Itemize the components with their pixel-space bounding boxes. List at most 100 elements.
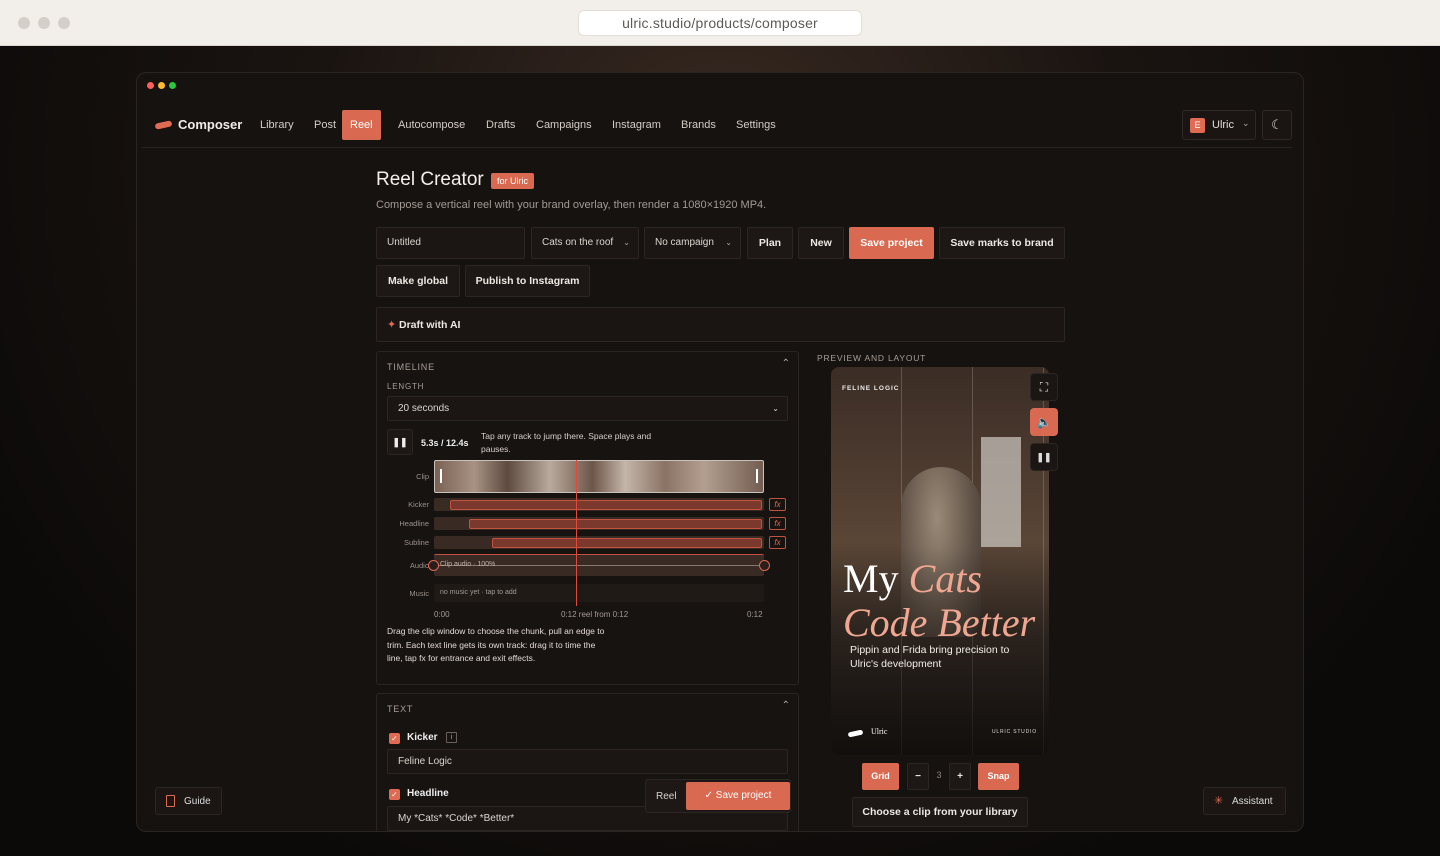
- track-label-kicker: Kicker: [408, 500, 429, 509]
- nav-item-post[interactable]: Post: [306, 110, 344, 140]
- subline-fx-button[interactable]: fx: [769, 536, 786, 549]
- collapse-chevron-icon[interactable]: ⌃: [782, 700, 790, 711]
- kicker-fx-button[interactable]: fx: [769, 498, 786, 511]
- make-global-button[interactable]: Make global: [376, 265, 460, 297]
- browser-minimize-dot[interactable]: [38, 17, 50, 29]
- url-bar[interactable]: ulric.studio/products/composer: [578, 10, 862, 36]
- headline-fx-button[interactable]: fx: [769, 517, 786, 530]
- window-zoom-dot[interactable]: [169, 82, 176, 89]
- nav-item-settings[interactable]: Settings: [728, 110, 784, 140]
- grid-toggle-button[interactable]: Grid: [862, 763, 899, 790]
- assistant-label: Assistant: [1232, 796, 1273, 807]
- save-marks-button[interactable]: Save marks to brand: [939, 227, 1065, 259]
- clip-track[interactable]: [434, 460, 764, 493]
- save-project-button[interactable]: Save project: [849, 227, 934, 259]
- length-select[interactable]: 20 seconds ⌄: [387, 396, 788, 421]
- window-close-dot[interactable]: [147, 82, 154, 89]
- headline-label: Headline: [407, 788, 449, 799]
- choose-clip-button[interactable]: Choose a clip from your library: [852, 797, 1028, 827]
- sound-button[interactable]: 🔈: [1030, 408, 1058, 436]
- browser-close-dot[interactable]: [18, 17, 30, 29]
- nav-item-instagram[interactable]: Instagram: [604, 110, 669, 140]
- length-select-value: 20 seconds: [398, 403, 450, 414]
- project-name-input[interactable]: Untitled: [376, 227, 525, 259]
- moon-icon: ☾: [1271, 117, 1283, 132]
- chevron-down-icon: ⌄: [1242, 118, 1250, 128]
- campaign-select-value: No campaign: [655, 237, 714, 248]
- preview-pause-button[interactable]: ❚❚: [1030, 443, 1058, 471]
- floating-save-bar: Reel ✓ Save project: [645, 779, 791, 813]
- subline-track-clip[interactable]: [492, 538, 762, 548]
- page-subtitle: Compose a vertical reel with your brand …: [376, 199, 767, 211]
- browser-chrome: ulric.studio/products/composer: [0, 0, 1440, 46]
- kicker-checkbox[interactable]: ✓: [389, 733, 400, 744]
- clip-trim-handle-right[interactable]: [756, 469, 758, 483]
- grid-decrease-button[interactable]: −: [907, 763, 929, 790]
- door-shape: [981, 437, 1021, 547]
- headline-checkbox[interactable]: ✓: [389, 789, 400, 800]
- pause-button[interactable]: ❚❚: [387, 429, 413, 455]
- ruler-mid: 0:12 reel from 0:12: [561, 610, 629, 619]
- kicker-label: Kicker: [407, 732, 438, 743]
- timeline-help-text: Drag the clip window to choose the chunk…: [387, 626, 605, 663]
- headline-track[interactable]: [434, 517, 764, 530]
- music-track-label: no music yet · tap to add: [440, 589, 517, 596]
- kicker-track-clip[interactable]: [450, 500, 762, 510]
- track-label-headline: Headline: [399, 519, 429, 528]
- sparkle-icon: ✦: [387, 319, 397, 331]
- new-button[interactable]: New: [798, 227, 844, 259]
- audio-handle-end[interactable]: [759, 560, 770, 571]
- playhead-line[interactable]: [576, 460, 577, 606]
- kicker-input[interactable]: Feline Logic: [387, 749, 788, 774]
- window-minimize-dot[interactable]: [158, 82, 165, 89]
- guide-label: Guide: [184, 796, 211, 807]
- preview-kicker: FELINE LOGIC: [842, 385, 900, 392]
- brand-name[interactable]: Composer: [178, 117, 242, 132]
- nav-item-reel[interactable]: Reel: [342, 110, 381, 140]
- collapse-chevron-icon[interactable]: ⌃: [782, 358, 790, 369]
- grid-increase-button[interactable]: +: [949, 763, 971, 790]
- assistant-button[interactable]: ✳ Assistant: [1203, 787, 1286, 815]
- nav-item-library[interactable]: Library: [252, 110, 302, 140]
- guide-button[interactable]: Guide: [155, 787, 222, 815]
- audio-track[interactable]: Clip audio · 100%: [428, 554, 770, 576]
- subline-track[interactable]: [434, 536, 764, 549]
- book-icon: [166, 795, 175, 807]
- fullscreen-icon: ⛶: [1039, 380, 1049, 394]
- page-title: Reel Creator: [376, 169, 484, 190]
- user-menu-button[interactable]: E Ulric ⌄: [1182, 110, 1256, 140]
- ruler-start: 0:00: [434, 610, 450, 619]
- track-label-music: Music: [409, 589, 429, 598]
- headline-track-clip[interactable]: [469, 519, 762, 529]
- timeline-hint: Tap any track to jump there. Space plays…: [481, 431, 652, 454]
- campaign-select[interactable]: No campaign ⌄: [644, 227, 741, 259]
- info-icon[interactable]: i: [446, 732, 457, 743]
- theme-toggle-button[interactable]: ☾: [1262, 110, 1292, 140]
- clip-trim-handle-left[interactable]: [440, 469, 442, 483]
- reel-preview[interactable]: FELINE LOGIC My Cats Code Better Pippin …: [831, 367, 1049, 755]
- snap-toggle-button[interactable]: Snap: [978, 763, 1019, 790]
- nav-item-campaigns[interactable]: Campaigns: [528, 110, 600, 140]
- grid-count: 3: [936, 770, 942, 780]
- avatar: E: [1190, 118, 1205, 133]
- audio-handle-start[interactable]: [428, 560, 439, 571]
- floating-save-project-button[interactable]: ✓ Save project: [686, 782, 790, 810]
- check-icon: ✓: [704, 790, 716, 801]
- speaker-icon: 🔈: [1036, 415, 1052, 429]
- clip-select[interactable]: Cats on the roof ⌄: [531, 227, 639, 259]
- timeline-title: TIMELINE: [387, 362, 435, 372]
- draft-with-ai-bar[interactable]: ✦ Draft with AI: [376, 307, 1065, 342]
- nav-item-brands[interactable]: Brands: [673, 110, 724, 140]
- nav-item-drafts[interactable]: Drafts: [478, 110, 523, 140]
- music-track[interactable]: no music yet · tap to add: [434, 584, 764, 602]
- publish-instagram-button[interactable]: Publish to Instagram: [465, 265, 590, 297]
- length-label: LENGTH: [387, 382, 425, 391]
- preview-headline-accent-1: Cats: [908, 556, 982, 601]
- kicker-track[interactable]: [434, 498, 764, 511]
- browser-zoom-dot[interactable]: [58, 17, 70, 29]
- fullscreen-button[interactable]: ⛶: [1030, 373, 1058, 401]
- nav-item-autocompose[interactable]: Autocompose: [390, 110, 473, 140]
- user-name: Ulric: [1212, 119, 1234, 131]
- track-label-subline: Subline: [403, 538, 429, 547]
- plan-button[interactable]: Plan: [747, 227, 793, 259]
